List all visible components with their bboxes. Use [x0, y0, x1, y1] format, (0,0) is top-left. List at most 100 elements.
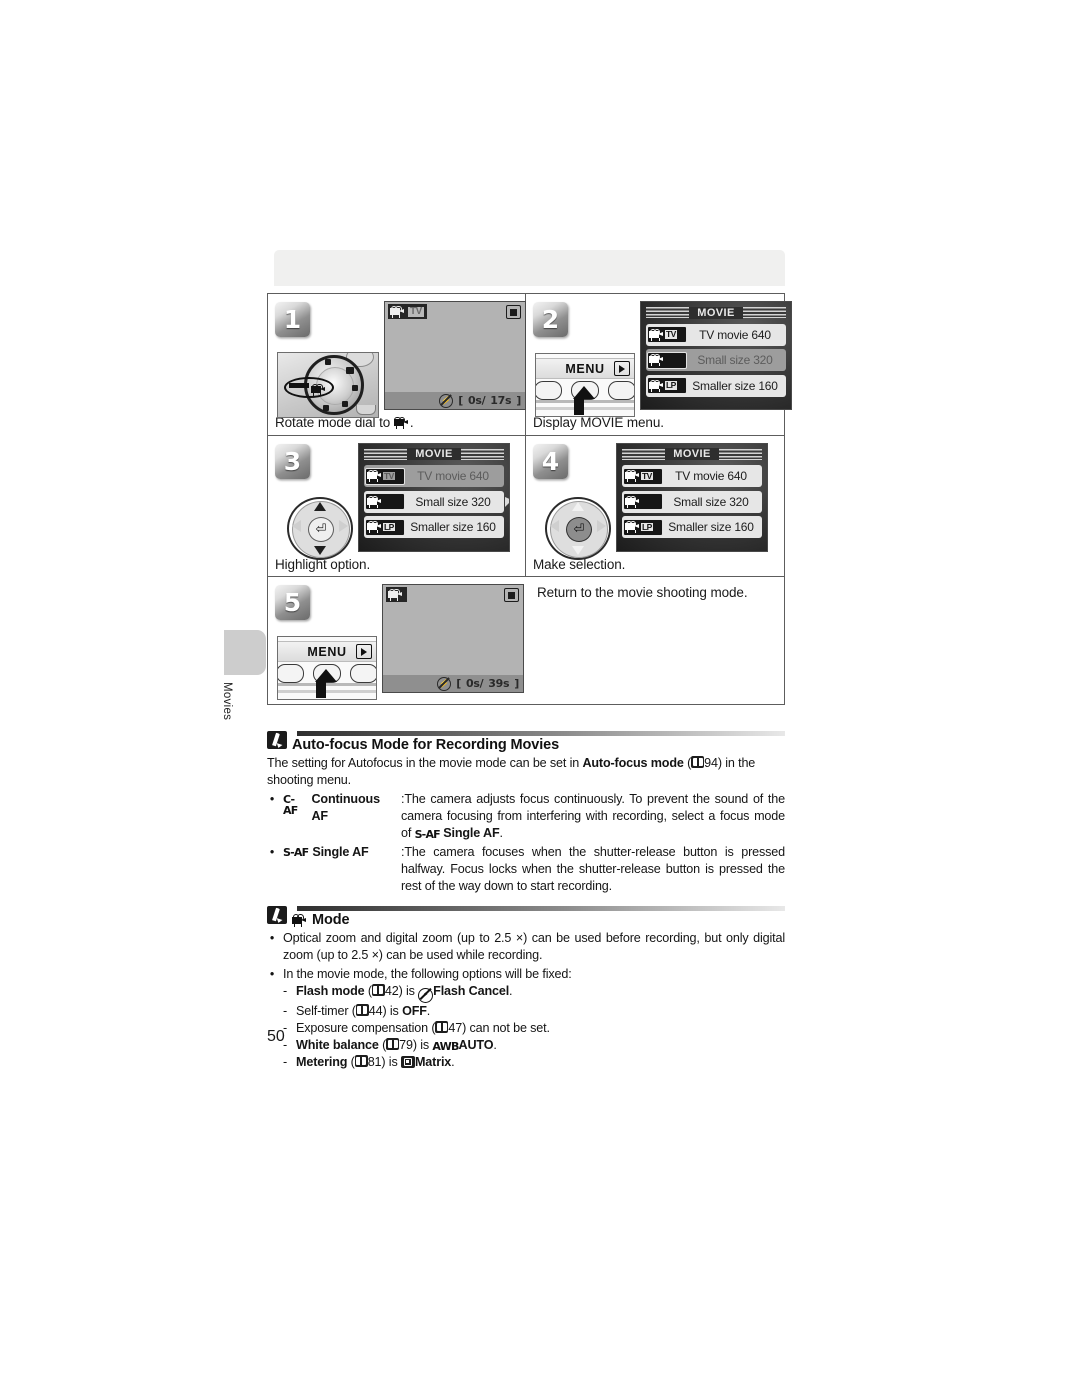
- step-5-cell: 5 MENU ⚡ [0s/ 39s] Return to the movie…: [268, 577, 784, 704]
- multi-selector-left-icon[interactable]: [292, 519, 301, 532]
- flash-cancel-icon: [418, 987, 434, 1003]
- movie-quality-tag: TV: [383, 470, 395, 481]
- self-timer-ref: 44: [368, 1003, 383, 1018]
- step-5-caption: Return to the movie shooting mode.: [537, 585, 748, 601]
- lcd-mode-indicator: [386, 587, 407, 603]
- movie-mode-note-header: Mode: [267, 905, 785, 928]
- bullet-dot: •: [269, 967, 275, 981]
- step-2-caption: Display MOVIE menu.: [533, 415, 664, 430]
- multi-selector-right-icon[interactable]: [597, 519, 606, 532]
- lcd-bracket-close: ]: [516, 394, 521, 407]
- lcd-status-bar: ⚡ [ 0s/ 17s ]: [385, 392, 525, 409]
- memory-card-icon: [506, 305, 521, 319]
- multi-selector-up-icon[interactable]: [314, 501, 326, 511]
- movie-menu-item-small320-highlighted[interactable]: Small size 320: [364, 490, 509, 513]
- bullet-single-af: • S-AF Single AF :The camera focuses whe…: [267, 844, 785, 895]
- notes-section: Auto-focus Mode for Recording Movies The…: [267, 730, 785, 1071]
- lcd-remaining-time: 17s: [490, 394, 512, 407]
- multi-selector-right-icon[interactable]: [339, 519, 348, 532]
- dash-marker: -: [283, 984, 288, 998]
- step-2-cell: 2 MENU MOVIE TV TV movie 640 Small size …: [526, 294, 792, 435]
- movie-menu-item-smaller160[interactable]: LP Smaller size 160: [646, 374, 786, 397]
- movie-mode-zoom-text: Optical zoom and digital zoom (up to 2.5…: [283, 931, 785, 962]
- fixed-option-self-timer: - Self-timer (44) is OFF.: [283, 1003, 785, 1020]
- movie-menu-item-small320[interactable]: Small size 320: [646, 349, 786, 371]
- movie-mode-bullet-fixed: • In the movie mode, the following optio…: [267, 966, 785, 983]
- movie-quality-tag: LP: [641, 521, 653, 532]
- movie-mode-bullet-zoom: • Optical zoom and digital zoom (up to 2…: [267, 930, 785, 964]
- movie-menu-item-smaller160[interactable]: LP Smaller size 160: [364, 516, 504, 539]
- menu-button-label: MENU: [307, 644, 347, 659]
- metering-value: Matrix: [414, 1054, 452, 1069]
- white-balance-value: AUTO: [458, 1037, 494, 1052]
- movie-quality-icon: [647, 351, 687, 369]
- step-1-caption-period: .: [409, 415, 414, 430]
- movie-quality-icon: LP: [365, 518, 405, 536]
- flash-cancel-icon: ⚡: [437, 676, 452, 691]
- exposure-label: Exposure compensation: [296, 1020, 428, 1035]
- multi-selector-center[interactable]: ⏎: [545, 496, 611, 560]
- bullet-dot: •: [269, 845, 275, 859]
- dash-marker: -: [283, 1003, 288, 1018]
- autofocus-intro-a: The setting for Autofocus in the movie m…: [267, 756, 583, 770]
- multi-selector-up-icon[interactable]: [572, 501, 584, 511]
- playback-icon: [614, 361, 630, 376]
- movie-camera-icon: [292, 914, 308, 927]
- movie-menu-item-smaller160[interactable]: LP Smaller size 160: [622, 516, 762, 539]
- lcd-elapsed-time: 0s/: [467, 394, 486, 407]
- continuous-af-label: Continuous AF: [311, 792, 380, 823]
- manual-page: Movies 1 TV ⚡ [0s/ 17s] Rotate mode di…: [0, 0, 1080, 1397]
- movie-menu-item-tv640[interactable]: TV TV movie 640: [364, 465, 504, 488]
- movie-menu-item-label: Small size 320: [697, 353, 773, 367]
- dash-marker: -: [283, 1054, 288, 1069]
- step-3-movie-menu: MOVIE TV TV movie 640 Small size 320 LP …: [358, 442, 510, 552]
- lcd-bracket-close: ]: [514, 677, 519, 691]
- continuous-af-def-end: .: [499, 826, 504, 840]
- reference-book-icon: [386, 1037, 400, 1050]
- step-4-movie-menu: MOVIE TV TV movie 640 Small size 320 LP …: [616, 442, 768, 552]
- white-balance-mid: ) is: [412, 1037, 433, 1052]
- movie-menu-item-label: Smaller size 160: [692, 378, 778, 393]
- fixed-option-flash-mode-text: Flash mode (42) is Flash Cancel.: [296, 983, 513, 1003]
- movie-menu-item-tv640[interactable]: TV TV movie 640: [646, 323, 786, 346]
- movie-menu-item-label: TV movie 640: [417, 469, 489, 484]
- movie-menu-item-label: TV movie 640: [699, 327, 771, 342]
- multi-selector-down-icon[interactable]: [314, 545, 326, 555]
- step-4-number: 4: [533, 443, 568, 479]
- lcd-remaining-time: 39s: [488, 677, 510, 691]
- multi-selector-center-button-pressed[interactable]: ⏎: [566, 516, 592, 542]
- multi-selector-left-icon[interactable]: [550, 519, 559, 532]
- movie-camera-icon: [393, 416, 410, 429]
- step-4-number-label: 4: [541, 446, 560, 476]
- awb-icon: AWB: [432, 1039, 459, 1053]
- single-af-term: S-AF Single AF: [283, 844, 395, 895]
- menu-button-photo-exit: MENU: [277, 636, 377, 701]
- s-af-icon: S-AF: [283, 846, 309, 859]
- bullet-continuous-af: • C-AF Continuous AF :The camera adjusts…: [267, 791, 785, 842]
- movie-menu-item-small320[interactable]: Small size 320: [622, 490, 762, 513]
- autofocus-note-title: Auto-focus Mode for Recording Movies: [292, 737, 560, 753]
- lcd-bracket-open: [: [458, 394, 463, 407]
- single-af-bold-ref: Single AF: [443, 826, 500, 840]
- reference-book-icon: [371, 984, 385, 996]
- movie-menu-item-tv640[interactable]: TV TV movie 640: [622, 465, 762, 488]
- fixed-option-white-balance-text: White balance (79) is AWBAUTO.: [296, 1037, 497, 1053]
- steps-row-1: 1 TV ⚡ [0s/ 17s] Rotate mode dial to .…: [268, 294, 792, 436]
- white-balance-ref: 79: [399, 1037, 413, 1052]
- multi-selector-up-down[interactable]: ⏎: [287, 496, 353, 560]
- multi-selector-down-icon[interactable]: [572, 545, 584, 555]
- matrix-metering-icon: [400, 1055, 415, 1068]
- flash-mode-end: .: [509, 984, 513, 998]
- flash-mode-label: Flash mode: [296, 984, 365, 998]
- menu-button-photo: MENU: [535, 353, 635, 417]
- step-5-lcd-screen: ⚡ [ 0s/ 39s ]: [382, 584, 524, 694]
- metering-end: .: [451, 1054, 455, 1069]
- reference-book-icon: [435, 1020, 449, 1033]
- step-2-number: 2: [533, 302, 568, 337]
- step-4-cell: 4 ⏎ MOVIE TV TV movie 640 Small size 320…: [526, 436, 784, 577]
- autofocus-intro-ref: 94: [704, 756, 718, 770]
- movie-camera-icon: [390, 305, 406, 318]
- multi-selector-center-button[interactable]: ⏎: [308, 516, 334, 542]
- playback-icon: [356, 644, 372, 660]
- movie-quality-icon: TV: [365, 467, 405, 485]
